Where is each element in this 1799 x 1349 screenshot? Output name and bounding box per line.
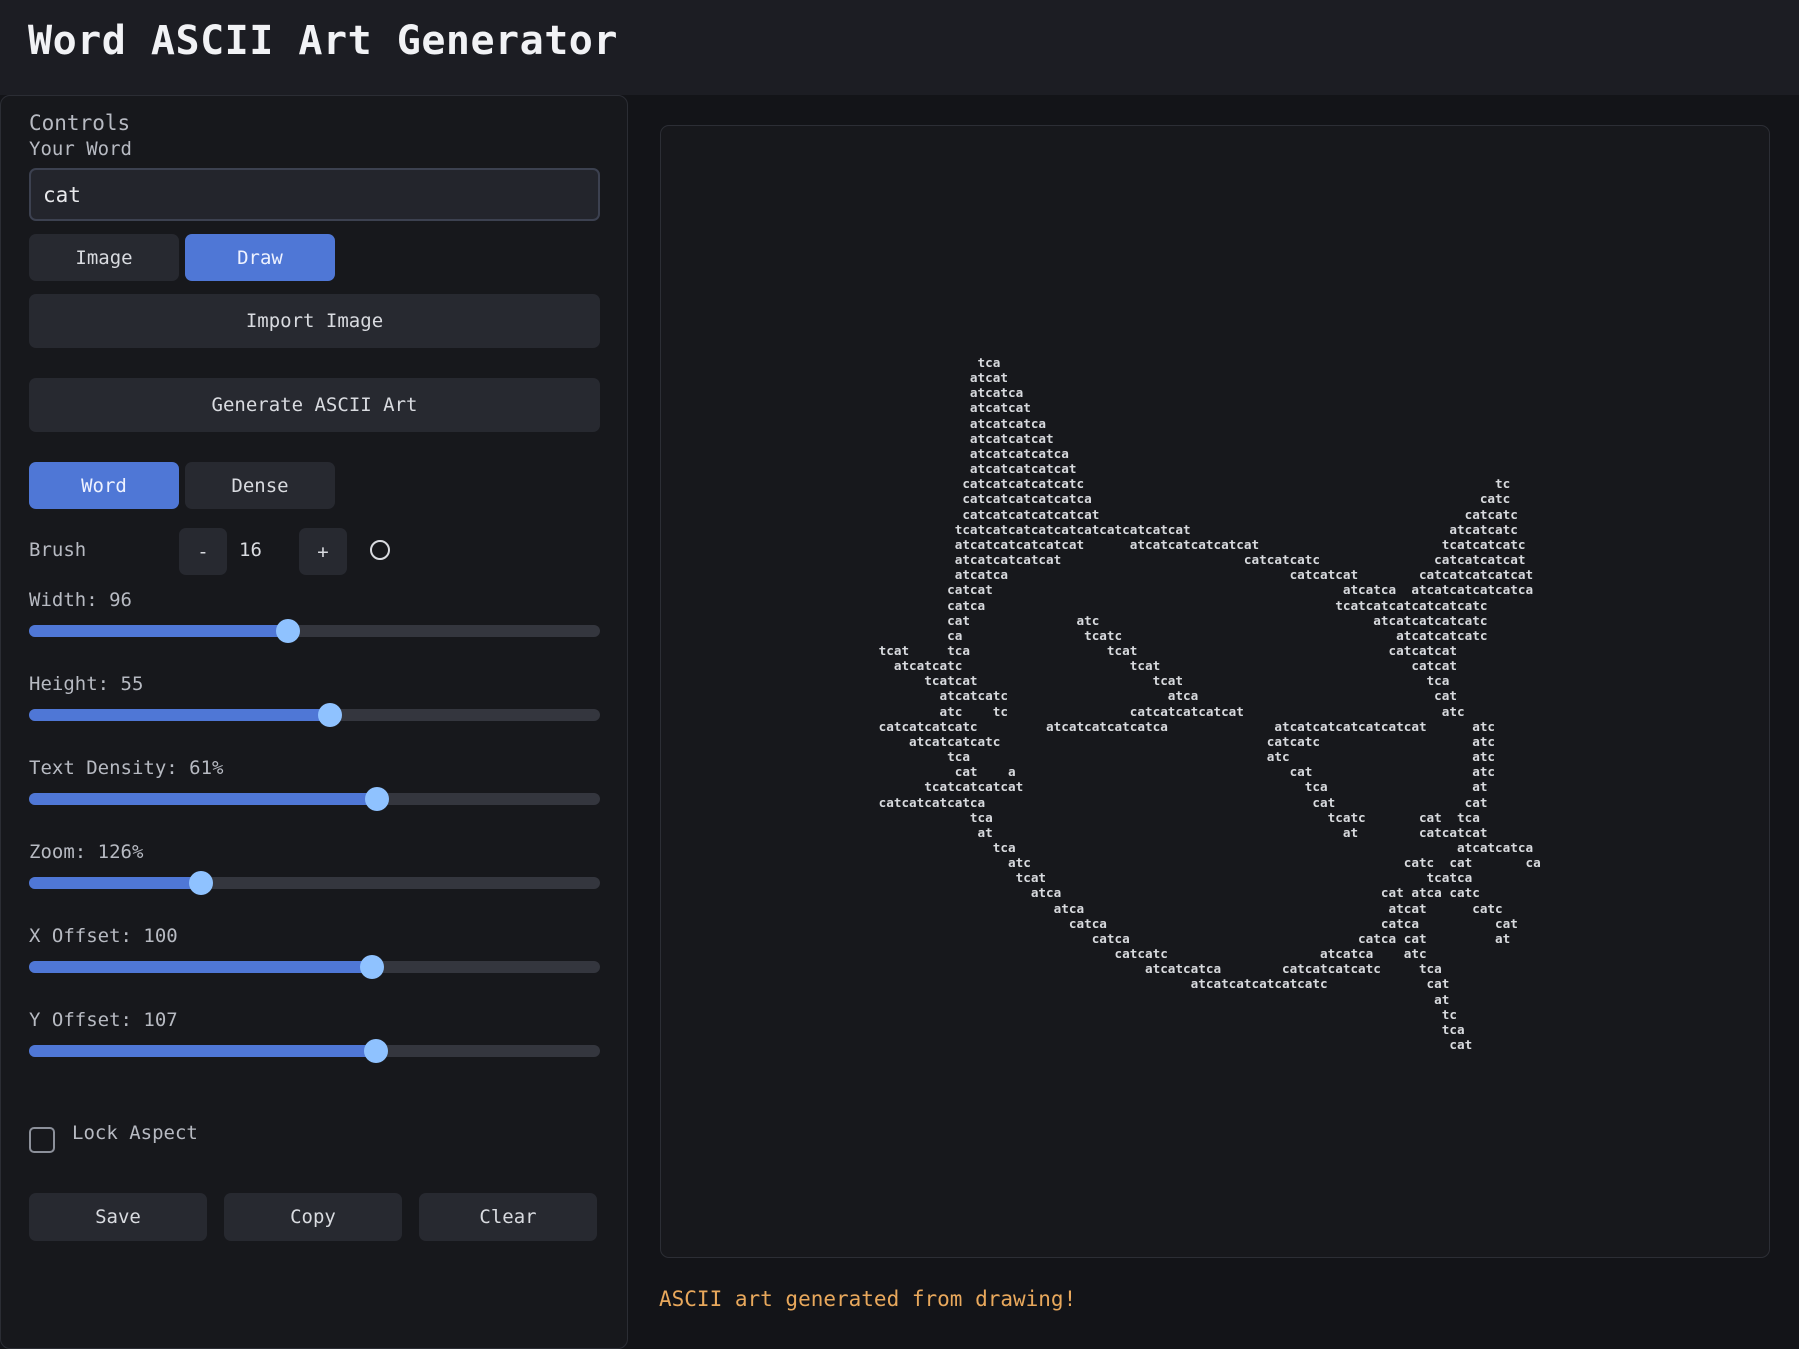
save-button[interactable]: Save	[29, 1193, 207, 1241]
app-header: Word ASCII Art Generator	[0, 0, 1799, 95]
width-slider-thumb[interactable]	[275, 619, 300, 643]
brush-label: Brush	[29, 539, 87, 561]
word-input[interactable]	[29, 168, 600, 221]
brush-decrease-button[interactable]: -	[179, 528, 227, 575]
clear-button[interactable]: Clear	[419, 1193, 597, 1241]
height-slider[interactable]	[29, 703, 600, 727]
density-slider[interactable]	[29, 787, 600, 811]
y-offset-slider[interactable]	[29, 1039, 600, 1063]
ascii-art-output: tca atcat atcatca atcatcat atcatcatca at…	[878, 355, 1541, 1053]
height-label: Height: 55	[29, 673, 144, 695]
tab-image[interactable]: Image	[29, 234, 179, 281]
width-label: Width: 96	[29, 589, 132, 611]
tab-draw[interactable]: Draw	[185, 234, 335, 281]
brush-size-value: 16	[239, 539, 262, 561]
status-message: ASCII art generated from drawing!	[659, 1287, 1077, 1311]
brush-preview-circle-icon	[370, 540, 390, 560]
lock-aspect-label: Lock Aspect	[72, 1122, 198, 1144]
controls-title: Controls	[29, 111, 131, 135]
density-slider-thumb[interactable]	[365, 787, 390, 811]
density-label: Text Density: 61%	[29, 757, 224, 779]
y-offset-slider-thumb[interactable]	[363, 1039, 388, 1063]
word-label: Your Word	[29, 138, 132, 160]
app-title: Word ASCII Art Generator	[28, 18, 618, 64]
zoom-slider[interactable]	[29, 871, 600, 895]
zoom-slider-thumb[interactable]	[189, 871, 214, 895]
brush-increase-button[interactable]: +	[299, 528, 347, 575]
x-offset-label: X Offset: 100	[29, 925, 178, 947]
zoom-label: Zoom: 126%	[29, 841, 144, 863]
generate-ascii-button[interactable]: Generate ASCII Art	[29, 378, 600, 432]
controls-panel: Controls Your Word Image Draw Import Ima…	[0, 95, 628, 1349]
style-tab-dense[interactable]: Dense	[185, 462, 335, 509]
width-slider[interactable]	[29, 619, 600, 643]
lock-aspect-checkbox[interactable]	[29, 1127, 55, 1153]
import-image-button[interactable]: Import Image	[29, 294, 600, 348]
x-offset-slider[interactable]	[29, 955, 600, 979]
x-offset-slider-thumb[interactable]	[359, 955, 384, 979]
y-offset-label: Y Offset: 107	[29, 1009, 178, 1031]
style-tab-word[interactable]: Word	[29, 462, 179, 509]
copy-button[interactable]: Copy	[224, 1193, 402, 1241]
height-slider-thumb[interactable]	[317, 703, 342, 727]
